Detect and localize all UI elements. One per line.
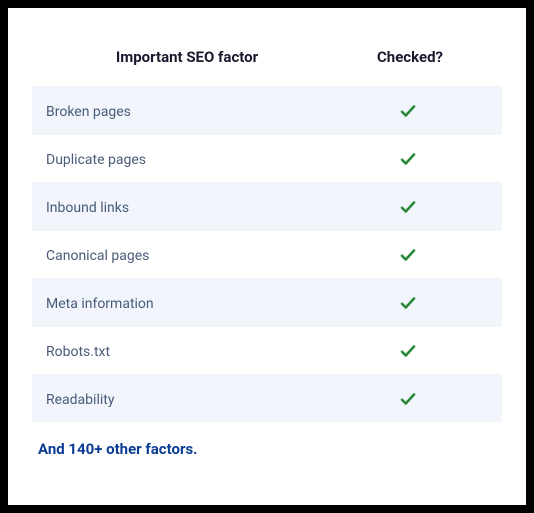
table-row: Inbound links (32, 182, 502, 230)
seo-factors-card: Important SEO factor Checked? Broken pag… (8, 8, 526, 505)
checkmark-icon (399, 198, 417, 216)
table-row: Duplicate pages (32, 134, 502, 182)
factor-label: Readability (46, 392, 114, 408)
seo-factors-table: Important SEO factor Checked? Broken pag… (32, 32, 502, 422)
factor-label: Canonical pages (46, 248, 149, 264)
factor-label: Robots.txt (46, 344, 110, 360)
footer-note: And 140+ other factors. (32, 422, 502, 458)
checkmark-icon (399, 294, 417, 312)
factor-label: Inbound links (46, 200, 129, 216)
checkmark-icon (399, 342, 417, 360)
checkmark-icon (399, 150, 417, 168)
table-header-row: Important SEO factor Checked? (32, 32, 502, 86)
factor-label: Broken pages (46, 104, 131, 120)
table-row: Readability (32, 374, 502, 422)
factor-label: Duplicate pages (46, 152, 146, 168)
header-factor: Important SEO factor (44, 48, 330, 66)
checkmark-icon (399, 390, 417, 408)
checkmark-icon (399, 102, 417, 120)
table-row: Canonical pages (32, 230, 502, 278)
factor-label: Meta information (46, 296, 154, 312)
checkmark-icon (399, 246, 417, 264)
table-row: Robots.txt (32, 326, 502, 374)
table-row: Meta information (32, 278, 502, 326)
table-row: Broken pages (32, 86, 502, 134)
header-checked: Checked? (330, 48, 490, 66)
